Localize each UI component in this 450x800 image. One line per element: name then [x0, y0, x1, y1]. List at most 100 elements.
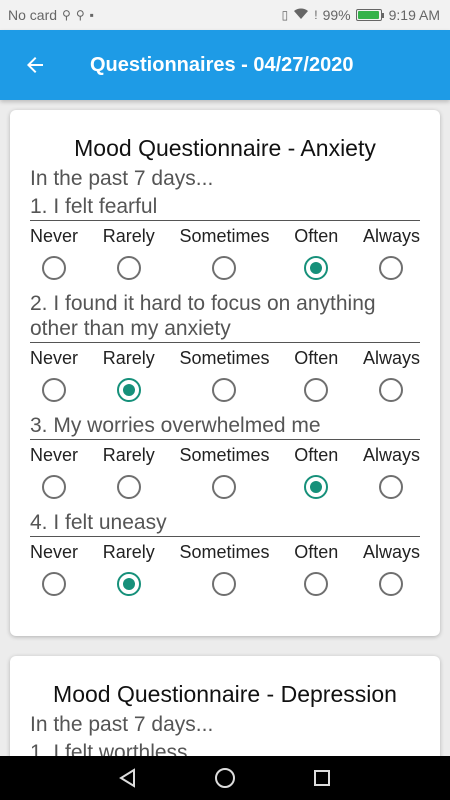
answer-option-rarely[interactable]: Rarely [103, 345, 155, 411]
square-recents-icon [313, 770, 330, 786]
question-text: 1. I felt worthless [30, 740, 420, 756]
question: 3. My worries overwhelmed me Never Rarely S… [30, 413, 420, 508]
answer-option-sometimes[interactable]: Sometimes [179, 223, 270, 289]
radio-button[interactable] [304, 256, 329, 280]
back-button[interactable] [0, 30, 70, 100]
option-label: Rarely [102, 226, 155, 246]
answer-option-always[interactable]: Always [363, 539, 420, 605]
option-label: Rarely [102, 445, 155, 465]
answer-option-never[interactable]: Never [30, 223, 78, 289]
depression-questionnaire-card: Mood Questionnaire - Depression In the p… [10, 656, 440, 756]
card-title: Mood Questionnaire - Depression [53, 681, 397, 707]
clock: 9:19 AM [388, 7, 440, 23]
radio-button[interactable] [212, 256, 237, 280]
answer-option-often[interactable]: Often [294, 223, 338, 289]
radio-button[interactable] [42, 378, 66, 402]
answer-option-often[interactable]: Often [294, 442, 338, 508]
app-bar: Questionnaires - 04/27/2020 [0, 30, 450, 100]
option-label: Rarely [102, 348, 155, 368]
option-label: Sometimes [179, 348, 270, 368]
option-label: Sometimes [179, 445, 270, 465]
radio-button[interactable] [304, 572, 329, 596]
option-label: Often [294, 445, 339, 465]
option-label: Never [30, 348, 79, 368]
card-intro: In the past 7 days... [30, 713, 214, 736]
answer-options: Never Rarely Sometimes Often Always [30, 345, 420, 411]
radio-button[interactable] [42, 256, 66, 280]
option-label: Sometimes [179, 542, 270, 562]
answer-option-always[interactable]: Always [363, 442, 420, 508]
question-text: 4. I felt uneasy [30, 510, 420, 537]
anxiety-questionnaire-card: Mood Questionnaire - Anxiety In the past… [10, 110, 440, 636]
option-label: Often [294, 348, 339, 368]
option-label: Rarely [102, 542, 155, 562]
radio-button[interactable] [42, 572, 66, 596]
answer-options: Never Rarely Sometimes Often Always [30, 539, 420, 605]
radio-button[interactable] [304, 378, 329, 402]
option-label: Never [30, 445, 79, 465]
usb-icon: ⚲ [62, 8, 71, 22]
answer-options: Never Rarely Sometimes Often Always [30, 442, 420, 508]
usb-debug-icon: ⚲ [75, 8, 85, 22]
option-label: Always [362, 542, 420, 562]
radio-button[interactable] [116, 256, 141, 280]
option-label: Always [362, 445, 420, 465]
question-text: 1. I felt fearful [30, 194, 420, 221]
option-label: Never [30, 226, 79, 246]
radio-button[interactable] [116, 572, 141, 596]
radio-button[interactable] [212, 572, 237, 596]
answer-option-sometimes[interactable]: Sometimes [179, 539, 270, 605]
question-text: 3. My worries overwhelmed me [30, 413, 420, 440]
status-bar: No card ⚲ ⚲ ▪ ▯ ! 99% 9:19 AM [0, 0, 450, 30]
answer-option-always[interactable]: Always [363, 345, 420, 411]
card-intro: In the past 7 days... [30, 167, 214, 190]
question-text: 2. I found it hard to focus on anything … [30, 291, 420, 343]
battery-percent: 99% [322, 7, 351, 23]
questionnaire-list[interactable]: Mood Questionnaire - Anxiety In the past… [0, 100, 450, 756]
radio-button[interactable] [116, 475, 141, 499]
answer-option-sometimes[interactable]: Sometimes [179, 345, 270, 411]
radio-button[interactable] [116, 378, 141, 402]
question: 1. I felt fearful Never Rarely Sometimes Oft… [30, 194, 420, 289]
alert-icon: ! [314, 8, 318, 22]
option-label: Sometimes [179, 226, 270, 246]
nav-recents-button[interactable] [302, 758, 342, 798]
answer-option-never[interactable]: Never [30, 442, 78, 508]
triangle-back-icon [119, 768, 136, 788]
answer-option-often[interactable]: Often [294, 345, 338, 411]
radio-button[interactable] [42, 475, 66, 499]
radio-button[interactable] [304, 475, 329, 499]
radio-button[interactable] [379, 475, 404, 499]
answer-option-never[interactable]: Never [30, 539, 78, 605]
question: 1. I felt worthless [30, 740, 420, 756]
navigation-bar [0, 756, 450, 800]
answer-options: Never Rarely Sometimes Often Always [30, 223, 420, 289]
notification-icon: ▪ [89, 8, 94, 22]
radio-button[interactable] [212, 378, 237, 402]
radio-button[interactable] [379, 572, 404, 596]
radio-button[interactable] [212, 475, 237, 499]
page-title: Questionnaires - 04/27/2020 [90, 53, 354, 76]
answer-option-never[interactable]: Never [30, 345, 78, 411]
answer-option-rarely[interactable]: Rarely [103, 223, 155, 289]
answer-option-often[interactable]: Often [294, 539, 338, 605]
battery-icon [355, 9, 384, 21]
answer-option-rarely[interactable]: Rarely [103, 539, 155, 605]
carrier-label: No card [8, 7, 58, 23]
nav-home-button[interactable] [205, 758, 245, 798]
wifi-icon [293, 7, 309, 23]
answer-option-always[interactable]: Always [363, 223, 420, 289]
nav-back-button[interactable] [108, 758, 148, 798]
answer-option-rarely[interactable]: Rarely [103, 442, 155, 508]
radio-button[interactable] [379, 256, 404, 280]
option-label: Never [30, 542, 79, 562]
radio-button[interactable] [379, 378, 404, 402]
answer-option-sometimes[interactable]: Sometimes [179, 442, 270, 508]
question: 4. I felt uneasy Never Rarely Sometimes Ofte… [30, 510, 420, 605]
circle-home-icon [214, 768, 235, 788]
question: 2. I found it hard to focus on anything … [30, 291, 420, 411]
vibrate-icon: ▯ [281, 8, 289, 22]
option-label: Always [362, 226, 420, 246]
option-label: Always [362, 348, 420, 368]
option-label: Often [294, 542, 339, 562]
